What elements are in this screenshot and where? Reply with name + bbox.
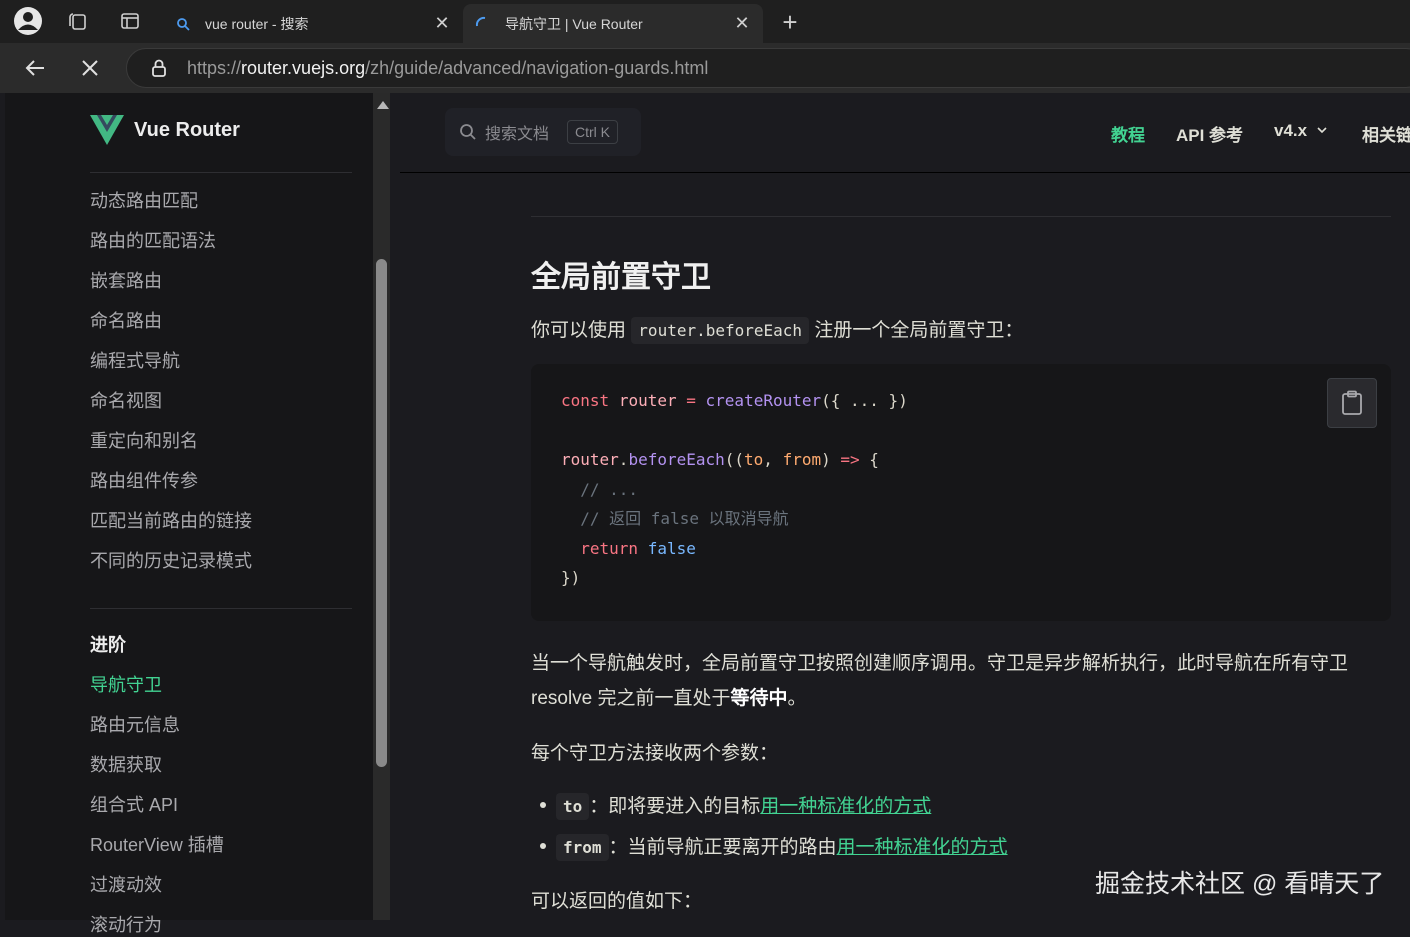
- sidebar-item-scroll-behavior[interactable]: 滚动行为: [90, 911, 162, 937]
- site-logo[interactable]: Vue Router: [90, 115, 240, 145]
- watermark: 掘金技术社区 @ 看晴天了: [1095, 870, 1385, 898]
- sidebar-item-redirect-alias[interactable]: 重定向和别名: [90, 427, 198, 453]
- copy-code-button[interactable]: [1327, 378, 1377, 428]
- search-button[interactable]: 搜索文档 Ctrl K: [445, 108, 641, 156]
- section-heading: 全局前置守卫: [531, 261, 711, 294]
- url-input[interactable]: https://router.vuejs.org/zh/guide/advanc…: [126, 48, 1410, 88]
- back-arrow-icon[interactable]: [20, 53, 50, 83]
- sidebar-divider: [90, 172, 352, 173]
- lock-icon[interactable]: [149, 58, 169, 78]
- sidebar-item-dynamic-matching[interactable]: 动态路由匹配: [90, 187, 198, 213]
- tab-search[interactable]: vue router - 搜索 ✕: [163, 4, 463, 43]
- nav-link-related[interactable]: 相关链接: [1362, 121, 1410, 146]
- loading-spinner-icon: [475, 16, 491, 32]
- paragraph-two-params: 每个守卫方法接收两个参数：: [531, 743, 779, 764]
- sidebar-item-composition-api[interactable]: 组合式 API: [90, 791, 178, 817]
- sidebar-item-nested-routes[interactable]: 嵌套路由: [90, 267, 162, 293]
- sidebar-item-named-views[interactable]: 命名视图: [90, 387, 162, 413]
- url-text: https://router.vuejs.org/zh/guide/advanc…: [187, 57, 709, 78]
- sidebar-item-passing-props[interactable]: 路由组件传参: [90, 467, 198, 493]
- sidebar-item-route-matching-syntax[interactable]: 路由的匹配语法: [90, 227, 216, 253]
- web-page: Vue Router 动态路由匹配 路由的匹配语法 嵌套路由 命名路由 编程式导…: [5, 93, 1410, 935]
- sidebar-item-navigation-guards[interactable]: 导航守卫: [90, 671, 162, 697]
- sidebar-item-data-fetching[interactable]: 数据获取: [90, 751, 162, 777]
- address-bar-row: https://router.vuejs.org/zh/guide/advanc…: [0, 43, 1410, 93]
- intro-paragraph: 你可以使用 router.beforeEach 注册一个全局前置守卫：: [531, 315, 1023, 344]
- stop-loading-icon[interactable]: [75, 53, 105, 83]
- inline-code: router.beforeEach: [631, 317, 810, 344]
- clipboard-icon: [1342, 390, 1362, 415]
- tab-actions-icon[interactable]: [115, 6, 145, 36]
- list-item-from: from ：当前导航正要离开的路由用一种标准化的方式: [556, 832, 1008, 861]
- top-navigation: 搜索文档 Ctrl K 教程 API 参考 v4.x 相关链接: [400, 93, 1410, 173]
- main-content: 全局前置守卫 你可以使用 router.beforeEach 注册一个全局前置守…: [400, 174, 1410, 920]
- sidebar-divider: [90, 608, 352, 609]
- search-icon: [175, 16, 191, 32]
- chevron-down-icon: [1317, 127, 1327, 134]
- sidebar-item-programmatic-navigation[interactable]: 编程式导航: [90, 347, 180, 373]
- tab-navigation-guards[interactable]: 导航守卫 | Vue Router ✕: [463, 4, 763, 43]
- logo-text: Vue Router: [134, 118, 240, 141]
- page-scrollbar[interactable]: [373, 93, 390, 920]
- code-block: const router = createRouter({ ... }) rou…: [531, 364, 1391, 621]
- sidebar: Vue Router 动态路由匹配 路由的匹配语法 嵌套路由 命名路由 编程式导…: [5, 93, 373, 935]
- search-icon: [459, 123, 477, 141]
- sidebar-section-advanced[interactable]: 进阶: [90, 631, 126, 657]
- search-placeholder: 搜索文档: [485, 126, 550, 143]
- tab-title: vue router - 搜索: [205, 15, 309, 32]
- search-shortcut-badge: Ctrl K: [567, 120, 619, 144]
- sidebar-item-history-mode[interactable]: 不同的历史记录模式: [90, 547, 252, 573]
- sidebar-item-named-routes[interactable]: 命名路由: [90, 307, 162, 333]
- paragraph-guard-order-line2: resolve 完之前一直处于等待中。: [531, 688, 807, 709]
- bullet-dot: [540, 802, 546, 808]
- sidebar-item-routerview-slot[interactable]: RouterView 插槽: [90, 831, 224, 857]
- close-tab-icon[interactable]: ✕: [429, 11, 455, 37]
- profile-icon[interactable]: [13, 6, 43, 36]
- normalized-location-link[interactable]: 用一种标准化的方式: [837, 837, 1008, 858]
- content-divider: [531, 216, 1391, 217]
- close-tab-icon[interactable]: ✕: [729, 11, 755, 37]
- paragraph-return-values: 可以返回的值如下：: [531, 891, 703, 912]
- collections-icon[interactable]: [62, 6, 92, 36]
- tab-title: 导航守卫 | Vue Router: [505, 15, 643, 32]
- list-item-to: to ：即将要进入的目标用一种标准化的方式: [556, 791, 931, 820]
- nav-link-version[interactable]: v4.x: [1274, 121, 1328, 141]
- version-label: v4.x: [1274, 121, 1308, 140]
- sidebar-item-route-meta[interactable]: 路由元信息: [90, 711, 180, 737]
- sidebar-item-active-links[interactable]: 匹配当前路由的链接: [90, 507, 252, 533]
- code-content: const router = createRouter({ ... }) rou…: [561, 391, 908, 587]
- new-tab-icon[interactable]: +: [775, 7, 805, 37]
- sidebar-item-transitions[interactable]: 过渡动效: [90, 871, 162, 897]
- vue-logo-icon: [90, 115, 124, 145]
- scroll-up-arrow-icon[interactable]: [377, 101, 389, 109]
- paragraph-guard-order-line1: 当一个导航触发时，全局前置守卫按照创建顺序调用。守卫是异步解析执行，此时导航在所…: [531, 653, 1349, 674]
- bullet-dot: [540, 843, 546, 849]
- browser-tab-bar: vue router - 搜索 ✕ 导航守卫 | Vue Router ✕ +: [0, 0, 1410, 43]
- nav-link-guide[interactable]: 教程: [1111, 121, 1145, 146]
- normalized-location-link[interactable]: 用一种标准化的方式: [760, 796, 931, 817]
- nav-link-api-reference[interactable]: API 参考: [1176, 121, 1243, 146]
- scroll-thumb[interactable]: [376, 259, 387, 767]
